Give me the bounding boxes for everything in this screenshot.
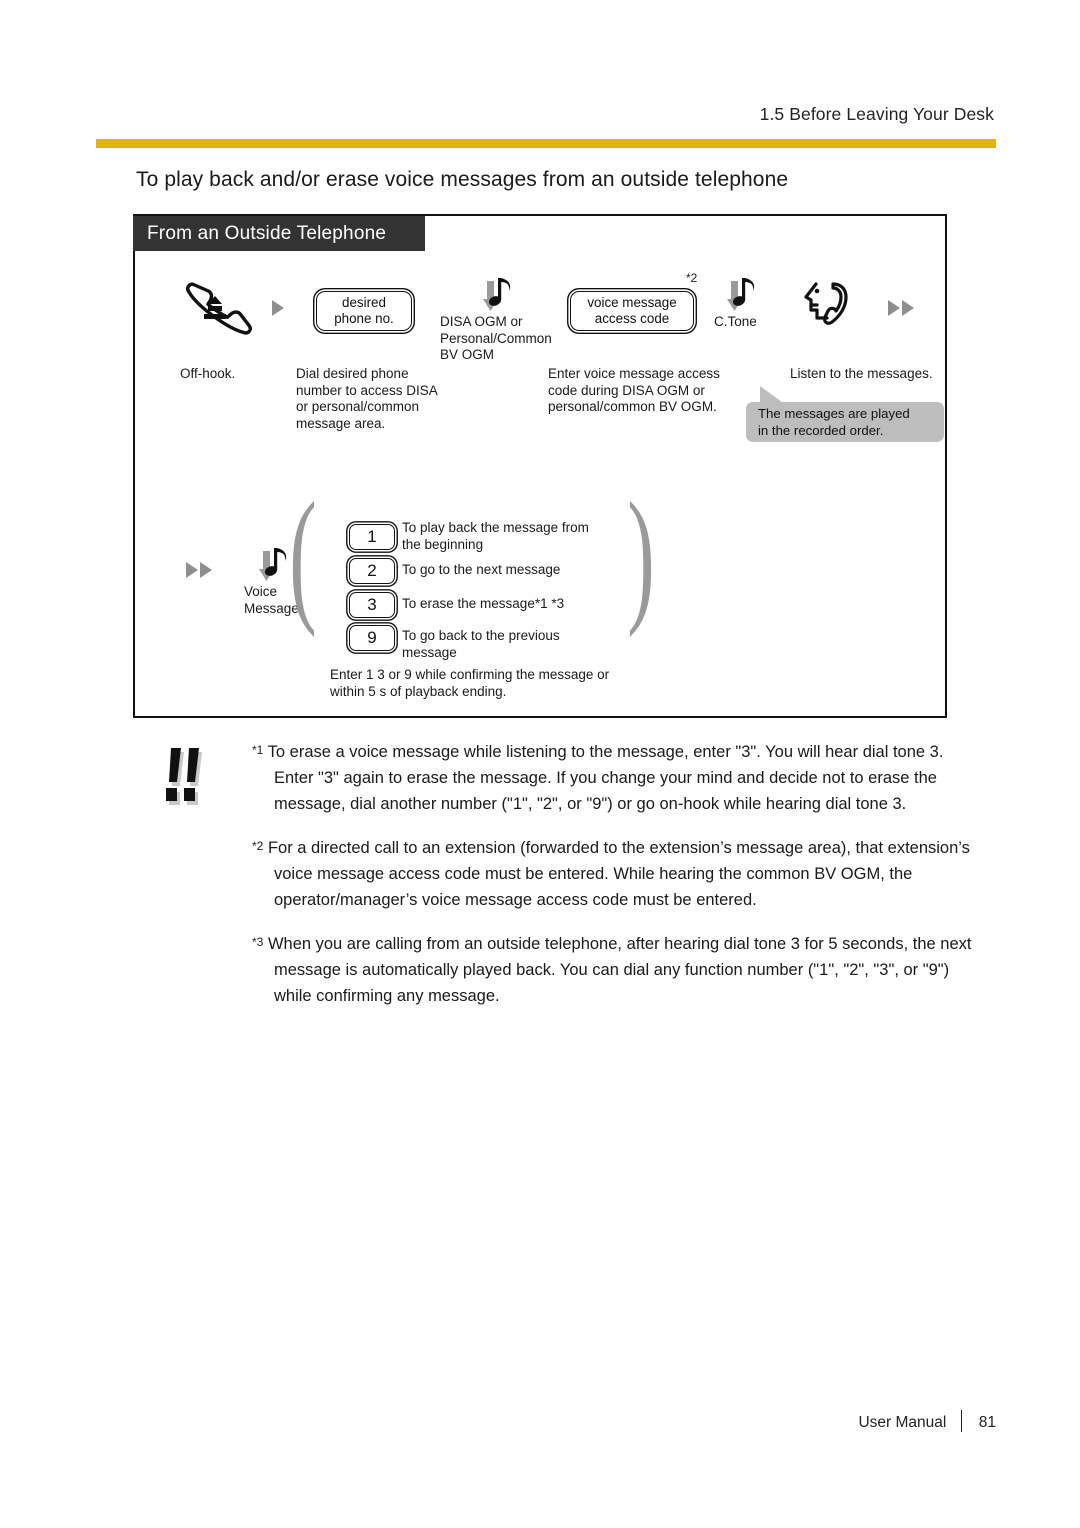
diagram-tab-label: From an Outside Telephone bbox=[133, 216, 425, 251]
tone-line3: BV OGM bbox=[440, 347, 495, 362]
listening-handset-icon bbox=[800, 278, 858, 334]
numkey-3: 3 bbox=[349, 592, 395, 618]
footer-label: User Manual bbox=[858, 1414, 947, 1431]
arrow-triangle-icon bbox=[272, 300, 284, 316]
double-arrow-icon bbox=[186, 562, 220, 578]
ctone-label: C.Tone bbox=[714, 314, 757, 329]
numkey-2: 2 bbox=[349, 558, 395, 584]
option-1-line1: To play back the message from bbox=[402, 520, 589, 535]
key-desired-phone-no: desired phone no. bbox=[316, 291, 412, 331]
note-text: To erase a voice message while listening… bbox=[267, 743, 944, 813]
arrow-triangle-icon bbox=[888, 300, 900, 316]
listen-caption: Listen to the messages. bbox=[790, 366, 933, 381]
double-exclamation-icon bbox=[158, 742, 222, 812]
note-text: When you are calling from an outside tel… bbox=[267, 935, 972, 1005]
notes-block: *1 To erase a voice message while listen… bbox=[252, 737, 982, 1025]
tone-note-icon bbox=[482, 275, 516, 315]
page-title: To play back and/or erase voice messages… bbox=[136, 168, 789, 191]
option-9-line2: message bbox=[402, 644, 457, 660]
arrow-triangle-icon bbox=[186, 562, 198, 578]
footer-separator bbox=[960, 1410, 963, 1432]
note-marker: *3 bbox=[252, 935, 264, 949]
caption-line4: message area. bbox=[296, 415, 386, 431]
running-head: 1.5 Before Leaving Your Desk bbox=[759, 104, 994, 124]
header-rule bbox=[96, 139, 996, 148]
arrow-triangle-icon bbox=[200, 562, 212, 578]
option-3-text: To erase the message*1 *3 bbox=[402, 596, 565, 611]
tone-note-icon bbox=[258, 545, 292, 585]
note-item: *2 For a directed call to an extension (… bbox=[252, 833, 982, 913]
option-1-text: To play back the message from the beginn… bbox=[402, 520, 632, 553]
tone-line2: Personal/Common bbox=[440, 330, 552, 346]
caption-line3: personal/common BV OGM. bbox=[548, 399, 717, 414]
option-9-text: To go back to the previous message bbox=[402, 628, 632, 661]
key-label-line1: voice message bbox=[587, 295, 677, 310]
option-1-line2: the beginning bbox=[402, 536, 484, 552]
note-item: *3 When you are calling from an outside … bbox=[252, 929, 982, 1009]
arrow-triangle-icon bbox=[902, 300, 914, 316]
numkey-1: 1 bbox=[349, 524, 395, 550]
offhook-handset-icon bbox=[178, 278, 258, 336]
footnote-marker-2: *2 bbox=[686, 271, 698, 285]
step-dial-caption: Dial desired phone number to access DISA… bbox=[296, 366, 466, 432]
caption-line1: Enter voice message access bbox=[548, 366, 720, 381]
page-header: 1.5 Before Leaving Your Desk bbox=[96, 104, 994, 125]
caption-line1: Dial desired phone bbox=[296, 366, 409, 381]
key-label-line1: desired bbox=[342, 295, 386, 310]
left-paren-decoration: ( bbox=[289, 472, 317, 638]
key-label-line2: access code bbox=[594, 311, 670, 326]
second-row-footer-line2: within 5 s of playback ending. bbox=[330, 683, 507, 699]
callout-line2: in the recorded order. bbox=[758, 422, 884, 438]
caption-line3: or personal/common bbox=[296, 399, 420, 414]
double-arrow-icon bbox=[888, 300, 922, 316]
step-access-code-caption: Enter voice message access code during D… bbox=[548, 366, 748, 416]
caption-line2: number to access DISA bbox=[296, 382, 438, 398]
caption-line2: code during DISA OGM or bbox=[548, 382, 705, 398]
page-footer: User Manual 81 bbox=[600, 1410, 996, 1432]
numkey-9: 9 bbox=[349, 625, 395, 651]
option-2-text: To go to the next message bbox=[402, 562, 561, 577]
note-item: *1 To erase a voice message while listen… bbox=[252, 737, 982, 817]
note-text: For a directed call to an extension (for… bbox=[267, 839, 970, 909]
note-marker: *2 bbox=[252, 839, 264, 853]
callout-line1: The messages are played bbox=[758, 406, 910, 421]
tone-note-icon bbox=[726, 275, 760, 315]
key-voice-message-access-code: voice message access code bbox=[570, 291, 694, 331]
second-row-footer-line1: Enter 1 3 or 9 while confirming the mess… bbox=[330, 667, 610, 682]
option-9-line1: To go back to the previous bbox=[402, 628, 560, 643]
note-marker: *1 bbox=[252, 743, 264, 757]
key-label-line2: phone no. bbox=[334, 311, 394, 326]
callout-bubble: The messages are played in the recorded … bbox=[746, 402, 944, 442]
second-row-footer: Enter 1 3 or 9 while confirming the mess… bbox=[330, 667, 690, 700]
step-offhook-caption: Off-hook. bbox=[180, 366, 236, 381]
page-number: 81 bbox=[978, 1414, 996, 1431]
